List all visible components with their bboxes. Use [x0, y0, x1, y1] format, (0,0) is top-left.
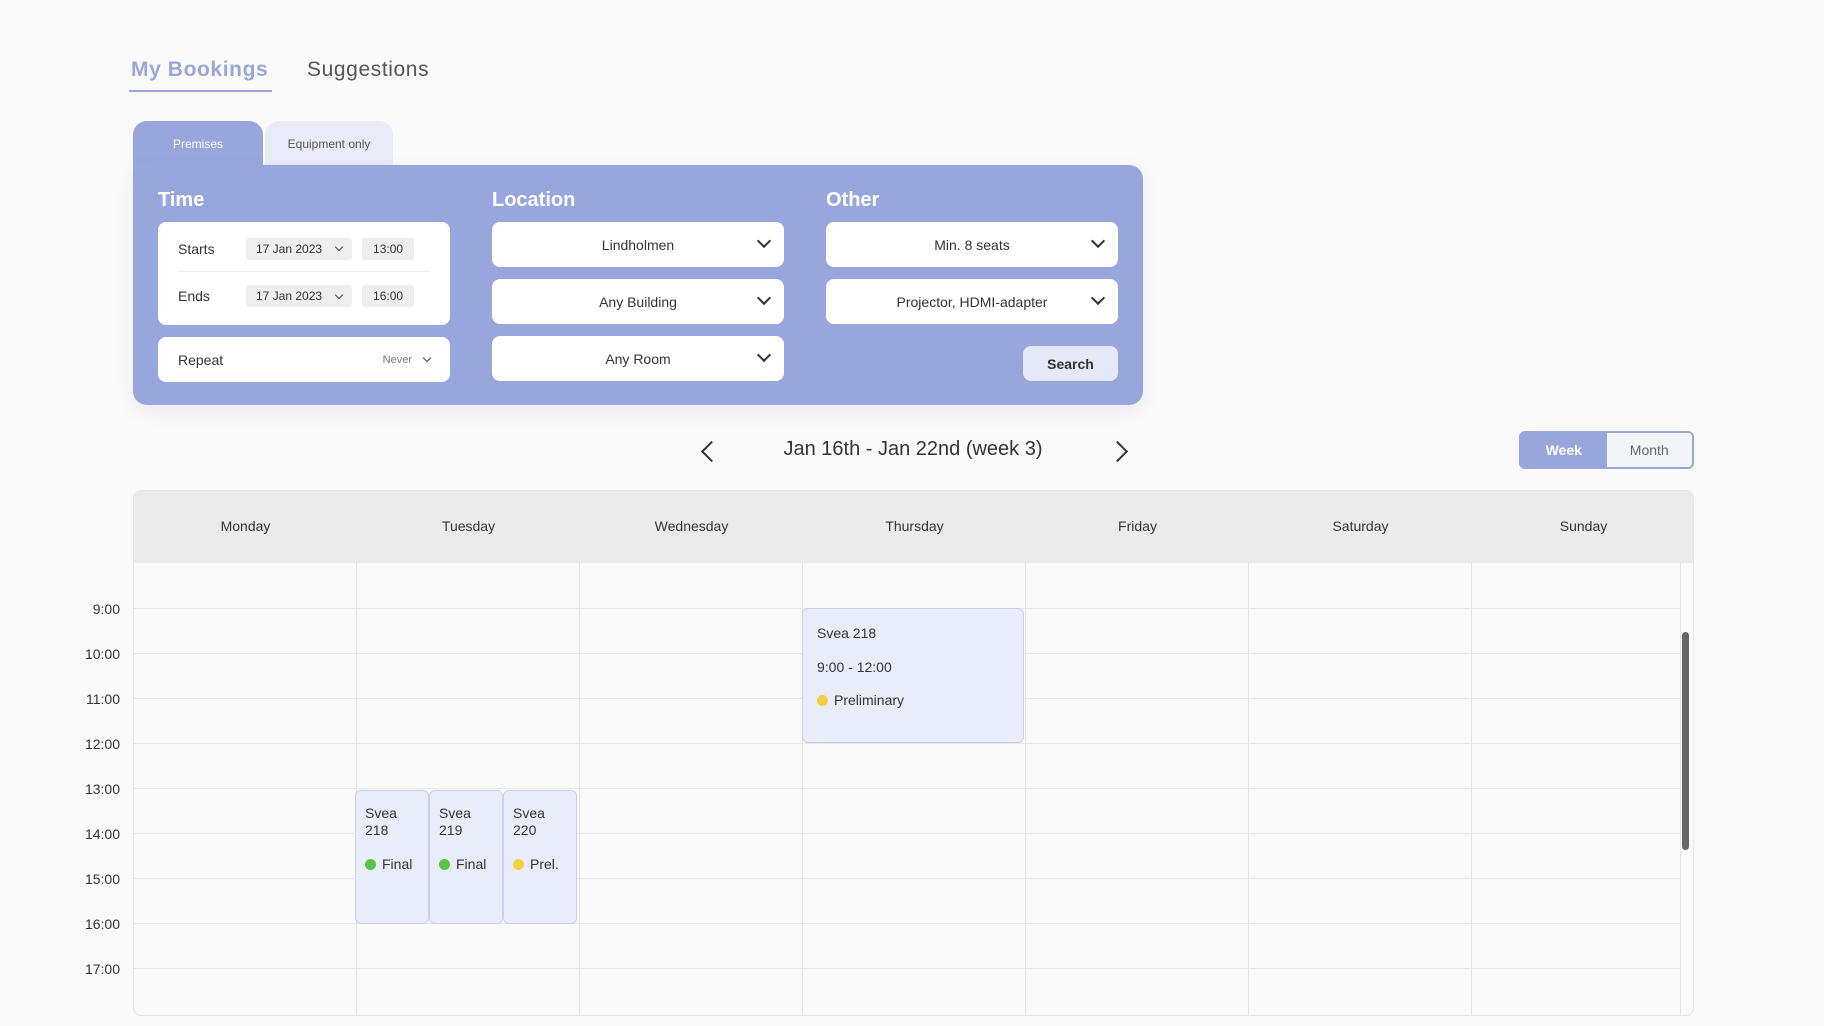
- chevron-down-icon: [1090, 290, 1106, 306]
- month-view-button[interactable]: Month: [1606, 433, 1692, 467]
- day-divider: [1025, 563, 1026, 1015]
- event-status-label: Final: [456, 856, 487, 872]
- time-range-box: Starts 17 Jan 2023 13:00 Ends 17 Jan 202…: [158, 222, 450, 325]
- event-status: Final: [439, 856, 493, 872]
- next-week-chevron-right-icon[interactable]: [1110, 440, 1132, 462]
- day-divider: [356, 563, 357, 1015]
- location-heading: Location: [492, 189, 576, 211]
- hour-label: 16:00: [84, 916, 120, 932]
- other-heading: Other: [826, 189, 880, 211]
- chevron-down-icon: [756, 290, 772, 306]
- starts-label: Starts: [178, 240, 215, 257]
- day-divider: [1248, 563, 1249, 1015]
- event-status-label: Prel.: [530, 856, 559, 872]
- ends-label: Ends: [178, 288, 210, 304]
- chevron-down-icon: [756, 347, 772, 363]
- preliminary-status-dot-icon: [817, 694, 828, 706]
- preliminary-status-dot-icon: [513, 858, 524, 870]
- day-divider: [1680, 563, 1681, 1015]
- room-select[interactable]: Any Room: [492, 336, 784, 381]
- search-button[interactable]: Search: [1023, 346, 1118, 381]
- tab-my-bookings[interactable]: My Bookings: [128, 58, 273, 92]
- booking-event-tuesday-2[interactable]: Svea 219 Final: [429, 790, 503, 924]
- day-header-monday: Monday: [220, 518, 271, 534]
- tab-suggestions[interactable]: Suggestions: [307, 58, 429, 82]
- hour-line: [134, 788, 1680, 789]
- booking-event-tuesday-1[interactable]: Svea 218 Final: [355, 790, 429, 924]
- ends-row: Ends 17 Jan 2023 16:00: [178, 273, 430, 319]
- chevron-down-icon: [756, 233, 772, 249]
- hour-line: [134, 743, 1680, 744]
- hour-label: 13:00: [84, 781, 120, 797]
- week-calendar: Monday Tuesday Wednesday Thursday Friday…: [133, 490, 1694, 1016]
- subtab-equipment-only[interactable]: Equipment only: [265, 121, 393, 167]
- subtab-premises[interactable]: Premises: [133, 121, 263, 167]
- seats-value: Min. 8 seats: [934, 236, 1010, 253]
- hour-line: [134, 968, 1680, 969]
- event-room: Svea 218: [365, 805, 397, 838]
- day-header-wednesday: Wednesday: [654, 518, 729, 534]
- event-status: Final: [365, 856, 419, 872]
- start-time-field[interactable]: 13:00: [362, 237, 415, 260]
- event-room: Svea 220: [513, 805, 545, 838]
- hour-label: 9:00: [92, 601, 120, 617]
- chevron-down-icon: [1090, 233, 1106, 249]
- week-view-button[interactable]: Week: [1521, 433, 1607, 467]
- building-value: Any Building: [599, 293, 677, 310]
- start-date-picker[interactable]: 17 Jan 2023: [246, 237, 353, 260]
- day-header-thursday: Thursday: [885, 518, 944, 534]
- starts-row: Starts 17 Jan 2023 13:00: [178, 226, 430, 272]
- final-status-dot-icon: [365, 858, 376, 870]
- building-select[interactable]: Any Building: [492, 279, 784, 324]
- hour-label: 17:00: [84, 961, 120, 977]
- final-status-dot-icon: [439, 858, 450, 870]
- event-room: Svea 219: [439, 805, 471, 838]
- start-date-value: 17 Jan 2023: [256, 241, 323, 256]
- repeat-label: Repeat: [178, 351, 224, 368]
- day-header-saturday: Saturday: [1332, 518, 1389, 534]
- room-value: Any Room: [605, 350, 671, 367]
- calendar-header: Monday Tuesday Wednesday Thursday Friday…: [134, 491, 1693, 563]
- day-divider: [1471, 563, 1472, 1015]
- equipment-select[interactable]: Projector, HDMI-adapter: [826, 279, 1118, 324]
- event-time: 9:00 - 12:00: [817, 659, 892, 675]
- booking-event-tuesday-3[interactable]: Svea 220 Prel.: [503, 790, 577, 924]
- previous-week-chevron-left-icon[interactable]: [696, 440, 718, 462]
- repeat-value: Never: [382, 353, 412, 366]
- area-value: Lindholmen: [601, 236, 675, 253]
- view-toggle: Week Month: [1519, 431, 1694, 469]
- equipment-value: Projector, HDMI-adapter: [896, 293, 1048, 310]
- area-select[interactable]: Lindholmen: [492, 222, 784, 267]
- event-status-label: Preliminary: [834, 692, 905, 708]
- booking-event-thursday[interactable]: Svea 218 9:00 - 12:00 Preliminary: [802, 608, 1024, 743]
- day-header-sunday: Sunday: [1559, 518, 1608, 534]
- hour-label: 10:00: [84, 646, 120, 662]
- event-status-label: Final: [382, 856, 413, 872]
- chevron-down-icon: [334, 290, 344, 299]
- day-header-tuesday: Tuesday: [441, 518, 496, 534]
- chevron-down-icon: [334, 242, 344, 252]
- seats-select[interactable]: Min. 8 seats: [826, 222, 1118, 267]
- event-status: Preliminary: [817, 692, 1009, 708]
- day-header-friday: Friday: [1118, 518, 1157, 534]
- hour-label: 11:00: [86, 691, 120, 707]
- calendar-scrollbar[interactable]: [1682, 632, 1689, 850]
- search-panel: Time Location Other Starts 17 Jan 2023 1…: [133, 165, 1143, 405]
- day-divider: [579, 563, 580, 1015]
- chevron-down-icon: [422, 353, 432, 363]
- end-time-field[interactable]: 16:00: [362, 285, 415, 307]
- repeat-select[interactable]: Repeat Never: [158, 337, 450, 382]
- time-heading: Time: [158, 189, 205, 211]
- event-room: Svea 218: [817, 625, 877, 641]
- hour-label: 14:00: [84, 826, 120, 842]
- end-date-picker[interactable]: 17 Jan 2023: [246, 285, 353, 307]
- hour-label: 12:00: [84, 736, 120, 752]
- hour-label: 15:00: [84, 871, 120, 887]
- week-range-label: Jan 16th - Jan 22nd (week 3): [783, 438, 1043, 460]
- end-date-value: 17 Jan 2023: [256, 289, 323, 303]
- event-status: Prel.: [513, 856, 567, 872]
